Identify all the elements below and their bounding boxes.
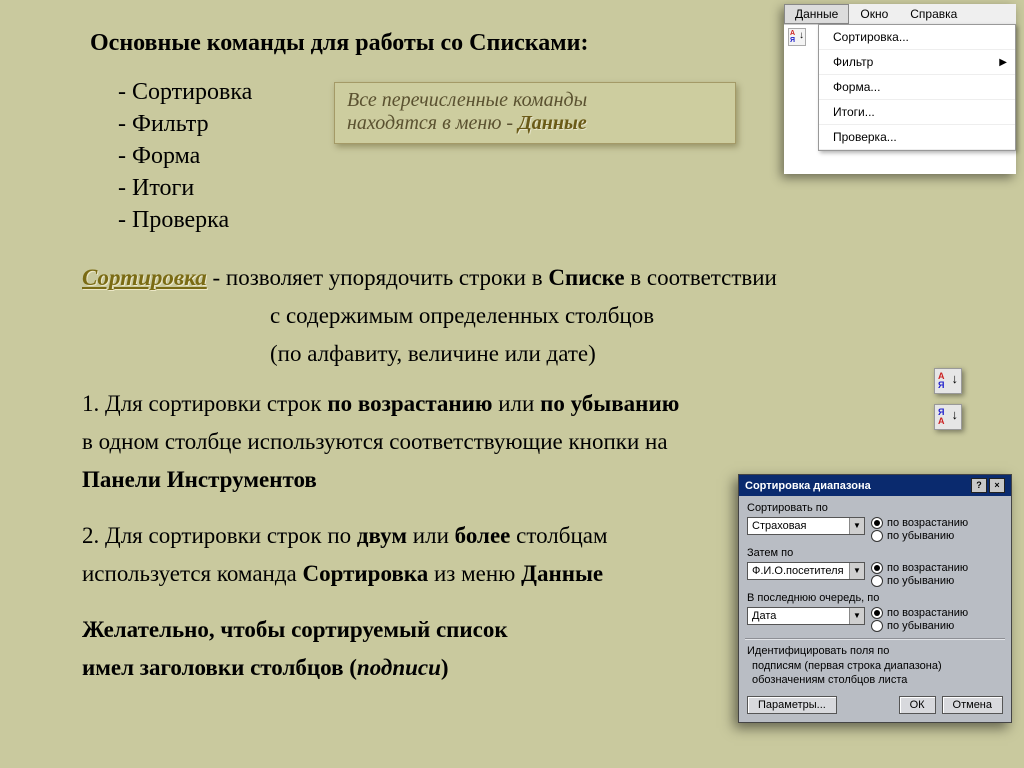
toolbar-sort-icons: АЯ↓ ЯА↓ bbox=[934, 368, 962, 440]
paragraph-3-line1: Желательно, чтобы сортируемый список bbox=[82, 614, 508, 646]
menu-item-filter[interactable]: Фильтр▶ bbox=[819, 50, 1015, 75]
dialog-titlebar: Сортировка диапазона ? × bbox=[739, 475, 1011, 496]
command-list: - Сортировка - Фильтр - Форма - Итоги - … bbox=[118, 76, 252, 236]
radio-asc-1[interactable]: по возрастанию bbox=[871, 517, 968, 529]
note-line2a: находятся в меню - bbox=[347, 112, 518, 134]
command-item: - Проверка bbox=[118, 204, 252, 236]
radio-asc-2[interactable]: по возрастанию bbox=[871, 562, 968, 574]
note-callout: Все перечисленные команды находятся в ме… bbox=[334, 82, 736, 144]
radio-desc-2[interactable]: по убыванию bbox=[871, 575, 968, 587]
sort-heading: Сортировка bbox=[82, 265, 207, 290]
sort-by-select[interactable]: Страховая▼ bbox=[747, 517, 865, 535]
sort-range-dialog: Сортировка диапазона ? × Сортировать по … bbox=[738, 474, 1012, 723]
submenu-arrow-icon: ▶ bbox=[999, 57, 1007, 68]
menubar-item-data[interactable]: Данные bbox=[784, 4, 849, 24]
menu-item-check[interactable]: Проверка... bbox=[819, 125, 1015, 150]
menu-item-form[interactable]: Форма... bbox=[819, 75, 1015, 100]
paragraph-line2: с содержимым определенных столбцов bbox=[270, 300, 654, 332]
paragraph-sort-def: Сортировка - позволяет упорядочить строк… bbox=[82, 262, 962, 294]
dropdown-arrow-icon: ▼ bbox=[849, 563, 864, 579]
paragraph-1-line3: Панели Инструментов bbox=[82, 464, 317, 496]
paragraph-2-line1: 2. Для сортировки строк по двум или боле… bbox=[82, 520, 608, 552]
paragraph-2-line2: используется команда Сортировка из меню … bbox=[82, 558, 603, 590]
dropdown-arrow-icon: ▼ bbox=[849, 608, 864, 624]
menubar-item-window[interactable]: Окно bbox=[849, 4, 899, 24]
identify-label: Идентифицировать поля по bbox=[747, 645, 1003, 657]
note-line2b: Данные bbox=[518, 112, 587, 134]
radio-desc-1[interactable]: по убыванию bbox=[871, 530, 968, 542]
radio-ident-columns[interactable]: обозначениям столбцов листа bbox=[747, 674, 1003, 686]
sort-by-label: Сортировать по bbox=[747, 502, 1003, 514]
paragraph-line3: (по алфавиту, величине или дате) bbox=[270, 338, 596, 370]
command-item: - Фильтр bbox=[118, 108, 252, 140]
radio-asc-3[interactable]: по возрастанию bbox=[871, 607, 968, 619]
command-item: - Итоги bbox=[118, 172, 252, 204]
dialog-close-button[interactable]: × bbox=[989, 478, 1005, 493]
menubar-item-help[interactable]: Справка bbox=[899, 4, 968, 24]
radio-desc-3[interactable]: по убыванию bbox=[871, 620, 968, 632]
menu-item-totals[interactable]: Итоги... bbox=[819, 100, 1015, 125]
paragraph-1-line2: в одном столбце используются соответству… bbox=[82, 426, 668, 458]
slide-title: Основные команды для работы со Списками: bbox=[90, 30, 588, 57]
data-dropdown: Сортировка... Фильтр▶ Форма... Итоги... … bbox=[818, 24, 1016, 151]
sort-ascending-button[interactable]: АЯ↓ bbox=[934, 368, 962, 394]
ok-button[interactable]: ОК bbox=[899, 696, 936, 714]
last-by-label: В последнюю очередь, по bbox=[747, 592, 1003, 604]
last-by-select[interactable]: Дата▼ bbox=[747, 607, 865, 625]
command-item: - Форма bbox=[118, 140, 252, 172]
dialog-help-button[interactable]: ? bbox=[971, 478, 987, 493]
cancel-button[interactable]: Отмена bbox=[942, 696, 1003, 714]
then-by-select[interactable]: Ф.И.О.посетителя▼ bbox=[747, 562, 865, 580]
sort-asc-icon: АЯ↓ bbox=[788, 28, 806, 46]
paragraph-3-line2: имел заголовки столбцов (подписи) bbox=[82, 652, 449, 684]
paragraph-1-line1: 1. Для сортировки строк по возрастанию и… bbox=[82, 388, 679, 420]
dialog-title-text: Сортировка диапазона bbox=[745, 480, 871, 492]
radio-ident-labels[interactable]: подписям (первая строка диапазона) bbox=[747, 660, 1003, 672]
then-by-label: Затем по bbox=[747, 547, 1003, 559]
menubar: Данные Окно Справка bbox=[784, 4, 1016, 25]
params-button[interactable]: Параметры... bbox=[747, 696, 837, 714]
menu-screenshot: Данные Окно Справка АЯ↓ Сортировка... Фи… bbox=[784, 4, 1016, 174]
dropdown-arrow-icon: ▼ bbox=[849, 518, 864, 534]
menu-item-sort[interactable]: Сортировка... bbox=[819, 25, 1015, 50]
sort-descending-button[interactable]: ЯА↓ bbox=[934, 404, 962, 430]
command-item: - Сортировка bbox=[118, 76, 252, 108]
note-line1: Все перечисленные команды bbox=[347, 89, 587, 111]
